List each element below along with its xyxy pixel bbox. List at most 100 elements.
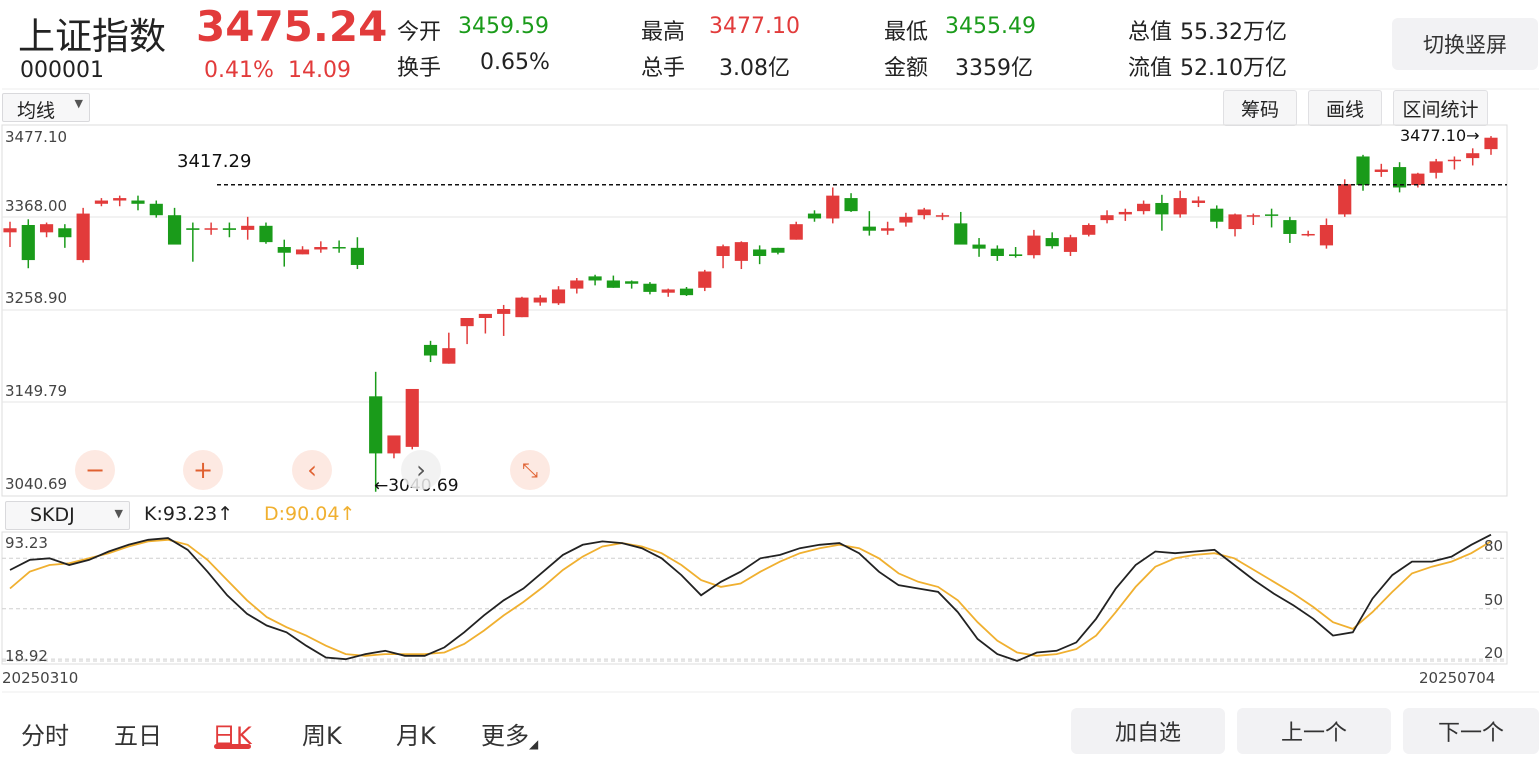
candle-body [679,288,694,296]
candle-body [1466,153,1480,159]
candle-body [259,225,273,243]
skdj-y-min: 18.92 [5,647,48,665]
scroll-left-button[interactable]: ‹ [292,450,332,490]
candle-body [241,225,255,230]
next-stock-button[interactable]: 下一个 [1403,708,1539,754]
high-marker: 3477.10→ [1400,126,1480,145]
kline-chart[interactable] [0,0,1539,768]
candle-body [350,247,364,265]
scroll-right-button[interactable]: › [401,450,441,490]
candle-body [771,247,785,253]
k-value: K:93.23↑ [144,503,234,525]
candle-body [131,200,145,204]
caret-down-icon: ▼ [114,507,123,520]
candle-body [58,228,72,238]
shrink-icon[interactable]: ⤡ [510,450,550,490]
candle-body [113,198,127,201]
candle-body [1265,214,1279,216]
candle-body [387,435,401,454]
candle-body [1155,202,1169,215]
d-value: D:90.04↑ [264,503,356,525]
candle-body [1045,238,1059,247]
candle-body [94,200,109,204]
candle-body [442,348,456,364]
candle-body [753,249,767,256]
caret-icon: ◢ [529,737,539,751]
candle-body [1173,198,1187,215]
candle-body [1338,184,1352,215]
skdj-y-80: 80 [1484,537,1504,555]
active-tab-underline [214,744,251,749]
candle-body [460,317,474,327]
candle-body [1319,224,1334,246]
tab-more[interactable]: 更多◢ [481,716,538,751]
candle-body [716,246,730,256]
candle-body [369,396,383,454]
candle-body [405,388,419,447]
candle-body [149,203,163,216]
candle-body [862,226,876,231]
y-tick-3: 3258.90 [5,289,68,307]
x-end-date: 20250704 [1419,669,1496,687]
candle-body [533,297,547,303]
candle-body [497,309,511,314]
candle-body [1447,159,1462,162]
y-tick-5: 3040.69 [5,475,68,493]
candle-body [1429,161,1443,173]
candle-body [570,280,584,289]
candle-body [1246,215,1260,217]
skdj-y-max: 93.23 [5,534,48,552]
candle-body [314,247,328,250]
up-arrow-icon: ↑ [217,503,234,525]
candle-body [551,289,566,304]
candle-body [972,244,986,249]
candle-body [1228,214,1242,230]
x-start-date: 20250310 [2,669,79,687]
skdj-y-20: 20 [1484,644,1504,662]
candle-body [186,228,200,230]
reference-line-label: 3417.29 [177,151,252,172]
tab-weekly-k[interactable]: 周K [302,716,342,751]
skdj-series-d [9,538,1492,657]
candle-body [826,195,840,219]
candle-body [1411,173,1425,186]
candle-body [204,228,218,230]
y-tick-4: 3149.79 [5,382,68,400]
candle-body [76,213,90,261]
candle-body [3,228,17,233]
candle-body [899,216,913,223]
previous-stock-button[interactable]: 上一个 [1237,708,1391,754]
candle-body [807,213,822,219]
candle-body [332,247,346,249]
candle-body [844,198,858,212]
candle-body [881,228,895,231]
candle-body [1100,215,1114,221]
candle-body [1009,254,1023,256]
candle-body [277,247,291,253]
tab-monthly-k[interactable]: 月K [396,716,436,751]
tab-five-day[interactable]: 五日 [114,716,162,751]
candle-body [222,228,236,230]
candle-body [39,224,54,233]
candle-body [1118,211,1132,215]
candle-body [1484,137,1498,150]
candle-body [21,224,35,261]
candle-body [954,223,968,245]
candle-body [935,215,950,217]
up-arrow-icon: ↑ [339,503,356,525]
candle-body [698,271,712,288]
candle-body [1374,169,1388,172]
candle-body [661,289,675,293]
candle-body [917,209,931,216]
candle-body [1027,235,1041,256]
candle-body [1283,220,1297,234]
zoom-out-button[interactable]: − [75,450,115,490]
candle-body [789,224,803,240]
zoom-in-button[interactable]: + [183,450,223,490]
candle-body [734,242,748,261]
indicator-select-label: SKDJ [30,504,75,526]
indicator-select[interactable]: SKDJ ▼ [5,501,130,530]
add-watchlist-button[interactable]: 加自选 [1071,708,1225,754]
tab-intraday[interactable]: 分时 [21,716,69,751]
candle-body [515,297,529,318]
